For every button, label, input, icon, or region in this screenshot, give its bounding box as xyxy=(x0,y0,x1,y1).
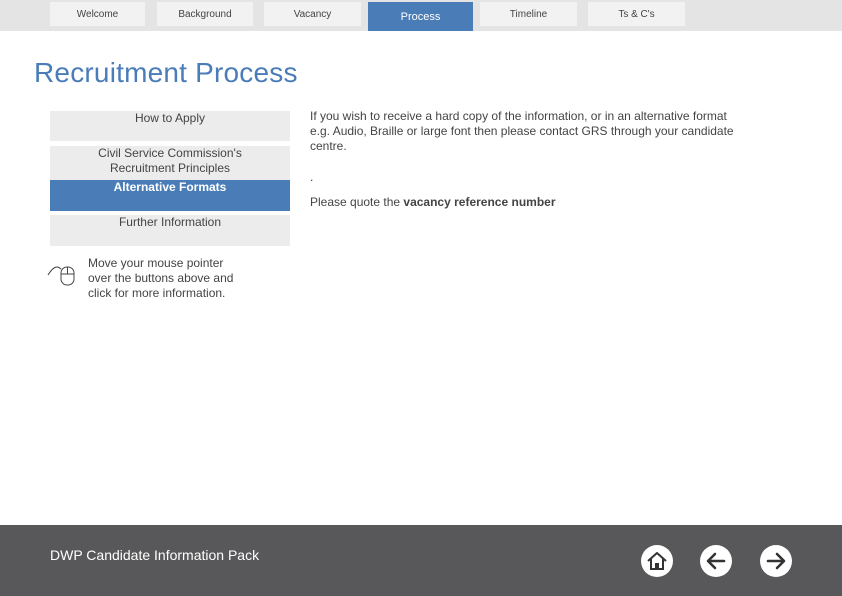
tab-process[interactable]: Process xyxy=(368,2,473,31)
mouse-icon xyxy=(47,266,75,286)
content-quote-bold: vacancy reference number xyxy=(403,195,556,209)
content-dot: . xyxy=(310,170,314,184)
content-quote-prefix: Please quote the xyxy=(310,195,404,209)
footer-bar: DWP Candidate Information Pack xyxy=(0,525,842,596)
menu-alternative-formats-label: Alternative Formats xyxy=(113,180,227,194)
hint-text: Move your mouse pointer over the buttons… xyxy=(88,256,234,300)
content-panel: If you wish to receive a hard copy of th… xyxy=(310,109,740,210)
menu-alternative-formats[interactable]: Alternative Formats xyxy=(50,180,290,211)
arrow-left-icon[interactable] xyxy=(699,544,733,578)
tab-welcome[interactable]: Welcome xyxy=(50,2,145,26)
content-paragraph: If you wish to receive a hard copy of th… xyxy=(310,109,734,153)
menu-recruitment-principles[interactable]: Civil Service Commission's Recruitment P… xyxy=(50,146,290,180)
tab-timeline[interactable]: Timeline xyxy=(480,2,577,26)
menu-further-information-label: Further Information xyxy=(118,215,222,229)
arrow-right-icon[interactable] xyxy=(759,544,793,578)
menu-recruitment-principles-label: Civil Service Commission's Recruitment P… xyxy=(98,146,242,175)
tab-ts-and-cs[interactable]: Ts & C's xyxy=(588,2,685,26)
content-quote: Please quote the vacancy reference numbe… xyxy=(310,195,740,210)
menu-further-information[interactable]: Further Information xyxy=(50,215,290,246)
menu-how-to-apply-label: How to Apply xyxy=(134,111,206,125)
top-nav-bar: Welcome Background Vacancy Process Timel… xyxy=(0,0,842,31)
tab-vacancy[interactable]: Vacancy xyxy=(264,2,361,26)
menu-how-to-apply[interactable]: How to Apply xyxy=(50,111,290,141)
home-icon[interactable] xyxy=(640,544,674,578)
page-title: Recruitment Process xyxy=(34,57,298,88)
footer-title: DWP Candidate Information Pack xyxy=(50,547,260,563)
tab-background[interactable]: Background xyxy=(157,2,253,26)
